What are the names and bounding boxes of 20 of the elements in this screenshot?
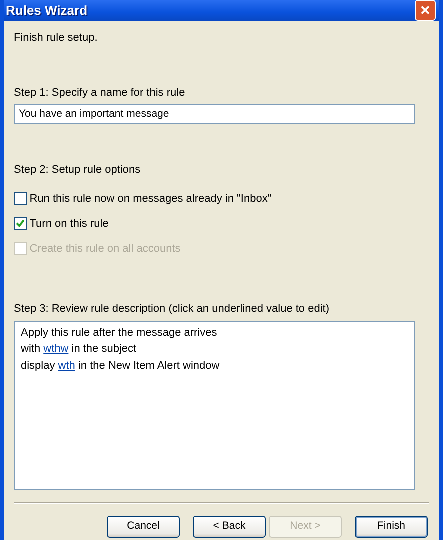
checkbox-label: Turn on this rule xyxy=(30,216,109,232)
wizard-button[interactable]: Finish xyxy=(355,516,428,538)
description-line: Apply this rule after the message arrives xyxy=(21,326,218,340)
wizard-button[interactable]: < Back xyxy=(193,516,266,538)
checkbox-label: Create this rule on all accounts xyxy=(30,242,181,256)
step-label: Step 2: Setup rule options xyxy=(14,162,142,178)
description-line: with wthw in the subject xyxy=(21,342,138,357)
heading-text: Finish rule setup. xyxy=(14,31,99,46)
value-link[interactable]: wth xyxy=(58,360,76,372)
checkbox[interactable] xyxy=(14,217,27,230)
step-label: Step 3: Review rule description (click an underlined value to edit) xyxy=(14,302,330,318)
window-title: Rules Wizard xyxy=(6,2,88,20)
checkbox[interactable] xyxy=(14,192,27,206)
checkbox-label: Run this rule now on messages already in "Inbox" xyxy=(30,192,272,206)
step-label: Step 1: Specify a name for this rule xyxy=(14,86,186,100)
wizard-button[interactable]: Cancel xyxy=(107,516,180,538)
value-link[interactable]: wthw xyxy=(44,343,69,355)
close-button[interactable]: ✕ xyxy=(415,0,436,21)
rule-name-field[interactable]: You have an important message xyxy=(14,104,415,124)
description-line: display wth in the New Item Alert window xyxy=(21,358,221,374)
